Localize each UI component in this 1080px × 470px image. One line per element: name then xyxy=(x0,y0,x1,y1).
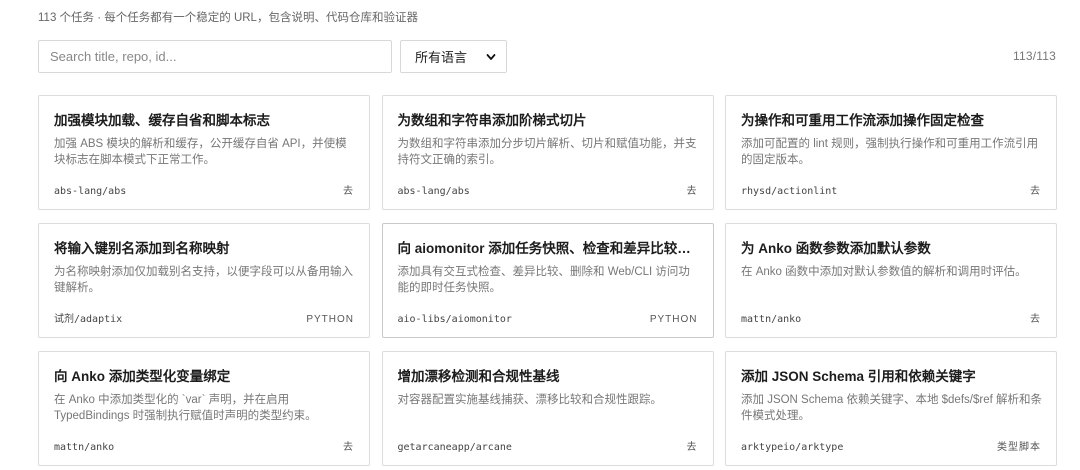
task-card[interactable]: 添加 JSON Schema 引用和依赖关键字 添加 JSON Schema 依… xyxy=(725,351,1057,466)
task-description: 为数组和字符串添加分步切片解析、切片和赋值功能，并支持符文正确的索引。 xyxy=(397,138,697,166)
task-repo: abs-lang/abs xyxy=(54,186,127,197)
task-description: 在 Anko 函数中添加对默认参数值的解析和调用时评估。 xyxy=(741,266,1027,278)
task-repo: mattn/anko xyxy=(54,442,115,453)
task-language-tag: PYTHON xyxy=(649,314,698,325)
language-select-value: 所有语言 xyxy=(415,50,468,65)
language-select[interactable]: 所有语言 xyxy=(400,40,507,73)
task-title: 向 Anko 添加类型化变量绑定 xyxy=(54,369,231,384)
task-repo: rhysd/actionlint xyxy=(741,186,838,197)
task-title: 为数组和字符串添加阶梯式切片 xyxy=(397,113,587,128)
result-count: 113/113 xyxy=(1013,49,1056,63)
task-language-tag: 去 xyxy=(1030,314,1041,325)
task-description: 添加可配置的 lint 规则，强制执行操作和可重用工作流引用的固定版本。 xyxy=(741,138,1039,166)
task-language-tag: PYTHON xyxy=(306,314,354,325)
task-language-tag: 去 xyxy=(343,186,354,197)
task-description: 加强 ABS 模块的解析和缓存，公开缓存自省 API，并使模块标志在脚本模式下正… xyxy=(54,138,347,166)
task-card[interactable]: 增加漂移检测和合规性基线 对容器配置实施基线捕获、漂移比较和合规性跟踪。 get… xyxy=(381,351,714,466)
task-title: 将输入键别名添加到名称映射 xyxy=(54,241,230,256)
task-repo: getarcaneapp/arcane xyxy=(397,442,512,453)
task-card[interactable]: 为操作和可重用工作流添加操作固定检查 添加可配置的 lint 规则，强制执行操作… xyxy=(725,95,1057,210)
task-card[interactable]: 为 Anko 函数参数添加默认参数 在 Anko 函数中添加对默认参数值的解析和… xyxy=(725,223,1057,338)
task-title: 为 Anko 函数参数添加默认参数 xyxy=(741,241,931,256)
task-language-tag: 去 xyxy=(343,442,354,453)
task-card[interactable]: 向 aiomonitor 添加任务快照、检查和差异比较功能 添加具有交互式检查、… xyxy=(381,223,714,338)
task-title: 加强模块加载、缓存自省和脚本标志 xyxy=(54,113,270,128)
page-subtitle: 113 个任务 · 每个任务都有一个稳定的 URL，包含说明、代码仓库和验证器 xyxy=(38,12,418,24)
search-input[interactable] xyxy=(38,40,392,73)
task-title: 向 aiomonitor 添加任务快照、检查和差异比较功能 xyxy=(397,241,699,256)
task-repo: 试剂/adaptix xyxy=(54,314,123,325)
task-card[interactable]: 加强模块加载、缓存自省和脚本标志 加强 ABS 模块的解析和缓存，公开缓存自省 … xyxy=(38,95,370,210)
task-grid: 加强模块加载、缓存自省和脚本标志 加强 ABS 模块的解析和缓存，公开缓存自省 … xyxy=(38,95,1057,466)
task-title: 添加 JSON Schema 引用和依赖关键字 xyxy=(741,369,976,384)
task-language-tag: 去 xyxy=(1030,186,1041,197)
task-description: 对容器配置实施基线捕获、漂移比较和合规性跟踪。 xyxy=(397,394,663,406)
task-repo: abs-lang/abs xyxy=(397,186,470,197)
task-description: 在 Anko 中添加类型化的 `var` 声明，并在启用 TypedBindin… xyxy=(54,394,317,422)
task-repo: aio-libs/aiomonitor xyxy=(397,314,512,325)
task-card[interactable]: 为数组和字符串添加阶梯式切片 为数组和字符串添加分步切片解析、切片和赋值功能，并… xyxy=(381,95,714,210)
task-card[interactable]: 向 Anko 添加类型化变量绑定 在 Anko 中添加类型化的 `var` 声明… xyxy=(38,351,370,466)
task-description: 添加具有交互式检查、差异比较、删除和 Web/CLI 访问功能的即时任务快照。 xyxy=(397,266,690,294)
task-repo: arktypeio/arktype xyxy=(741,442,844,453)
task-description: 添加 JSON Schema 依赖关键字、本地 $defs/$ref 解析和条件… xyxy=(741,394,1042,422)
task-language-tag: 去 xyxy=(686,186,698,197)
task-language-tag: 去 xyxy=(686,442,698,453)
chevron-down-icon xyxy=(486,53,496,60)
task-title: 增加漂移检测和合规性基线 xyxy=(397,369,560,384)
task-description: 为名称映射添加仅加载别名支持，以便字段可以从备用输入键解析。 xyxy=(54,266,353,294)
task-card[interactable]: 将输入键别名添加到名称映射 为名称映射添加仅加载别名支持，以便字段可以从备用输入… xyxy=(38,223,370,338)
task-title: 为操作和可重用工作流添加操作固定检查 xyxy=(741,113,984,128)
task-language-tag: 类型脚本 xyxy=(997,442,1041,453)
task-repo: mattn/anko xyxy=(741,314,802,325)
